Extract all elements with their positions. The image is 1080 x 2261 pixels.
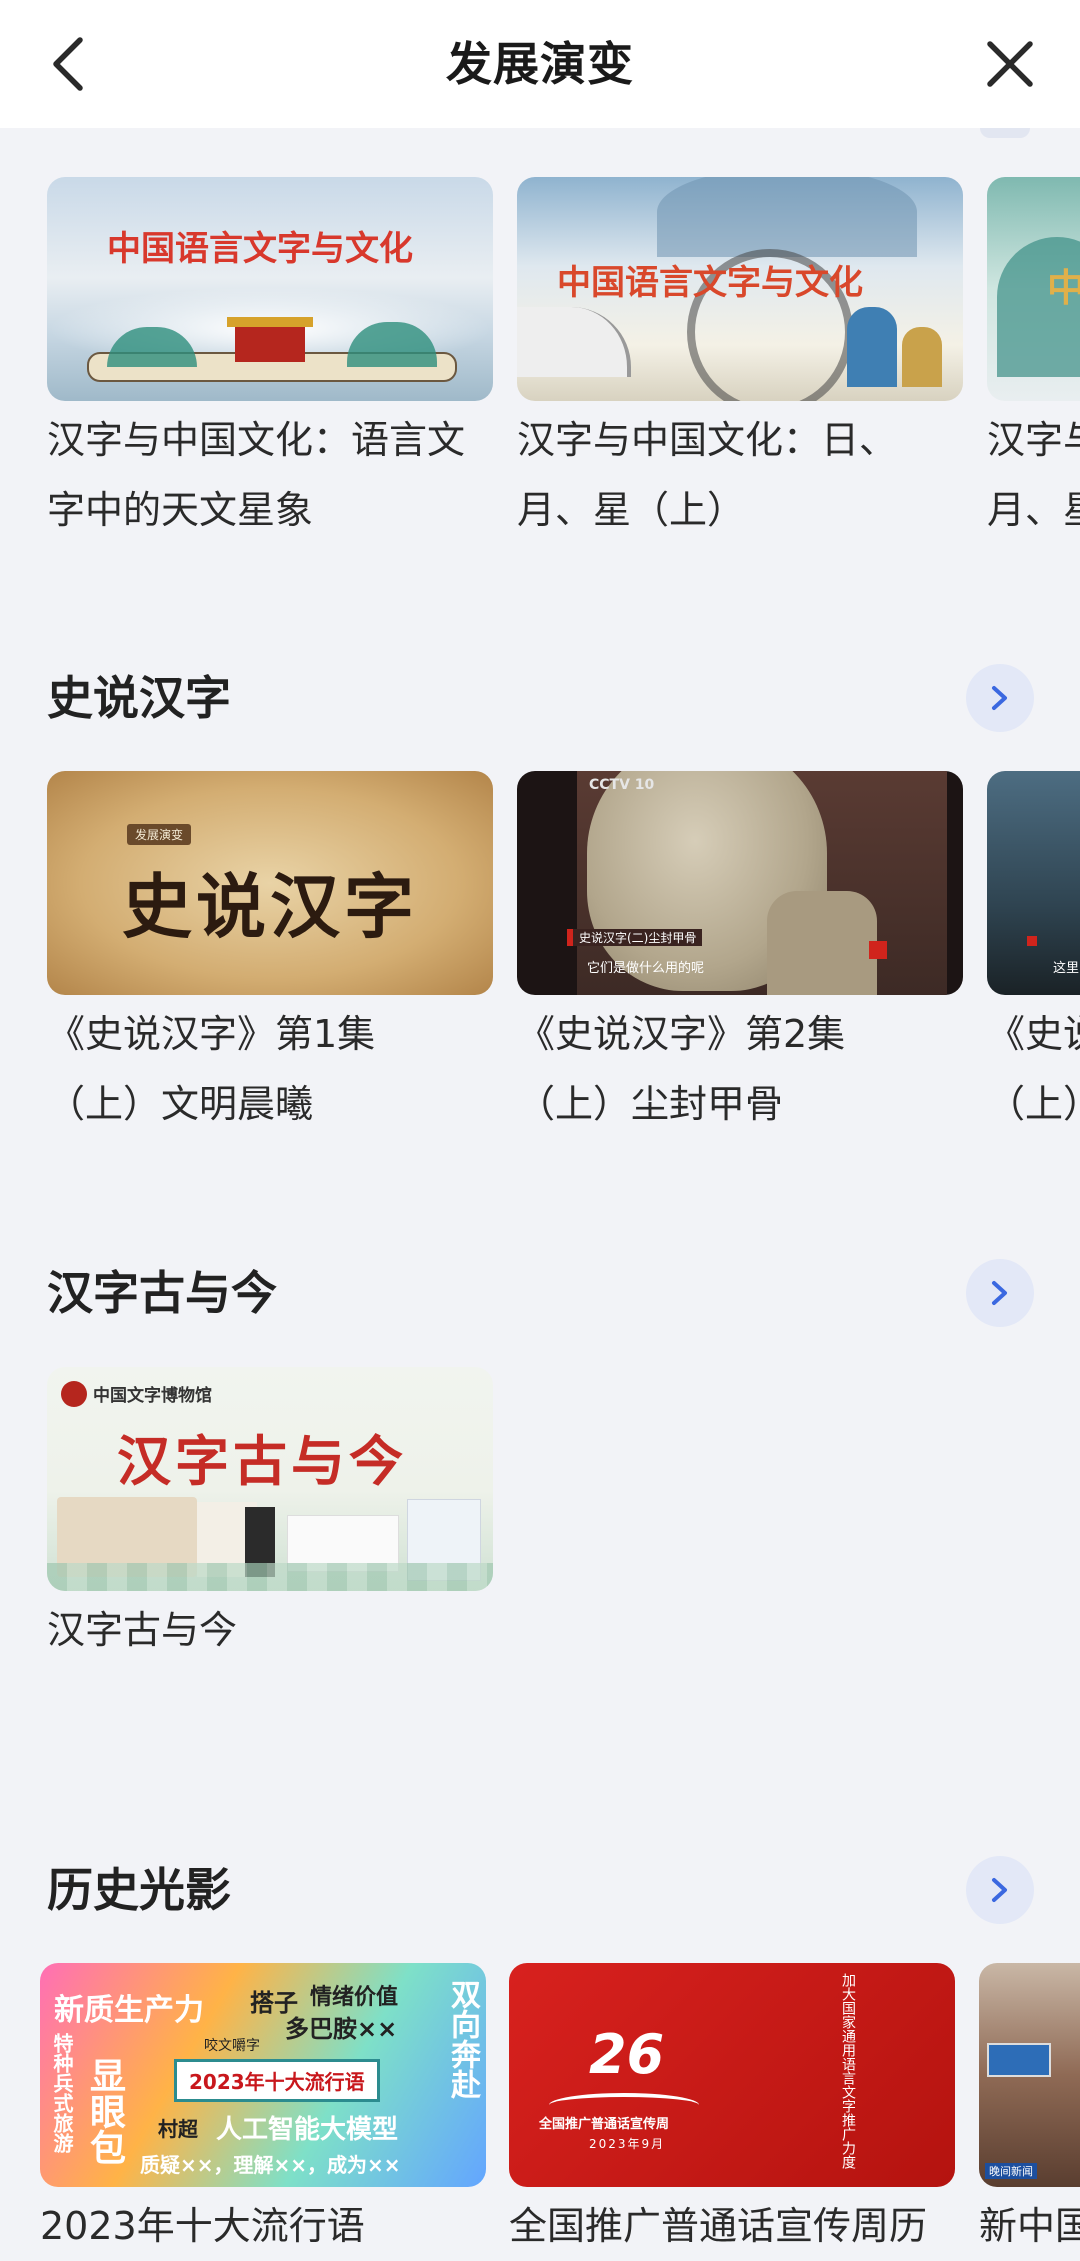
video-card[interactable]: 中国语言文字与文化 汉字与中国文化：语言文字中的天文星象 (47, 177, 493, 545)
section-title: 历史光影 (47, 1863, 231, 1917)
event-slogan: 加大国家通用语言文字推广力度 (840, 1973, 856, 2169)
video-thumbnail: 这里 (987, 771, 1080, 995)
close-icon (987, 41, 1033, 87)
buzzword: 质疑××，理解××，成为×× (140, 2153, 401, 2177)
museum-logo: 中国文字博物馆 (93, 1386, 212, 1406)
banner-tag: 咬文嚼字 (204, 2038, 260, 2054)
video-thumbnail: 中国文字博物馆 汉字古与今 (47, 1367, 493, 1591)
event-date: 2023年9月 (589, 2137, 666, 2151)
video-card[interactable]: 中国文字博物馆 汉字古与今 汉字古与今 (47, 1367, 493, 1665)
thumbnail-caption: 史说汉字(二)尘封甲骨 (567, 929, 703, 946)
video-thumbnail: 新质生产力 搭子 情绪价值 多巴胺×× 双向奔赴 特种兵式旅游 显眼包 咬文嚼字… (40, 1963, 486, 2187)
video-card[interactable]: 26 全国推广普通话宣传周 2023年9月 加大国家通用语言文字推广力度 全国推… (509, 1963, 955, 2261)
video-thumbnail: 晚间新闻 (979, 1963, 1080, 2187)
video-card[interactable]: 中国语言文字与文化 汉字与中国文化：日、月、星（上） (517, 177, 963, 545)
card-title: 汉字与中国文化：语言文字中的天文星象 (47, 418, 466, 532)
chevron-right-icon (992, 686, 1007, 710)
channel-logo: 晚间新闻 (985, 2163, 1037, 2179)
card-title: 新中国 (979, 2204, 1080, 2248)
card-title: 全国推广普通话宣传周历 (509, 2204, 928, 2248)
video-card[interactable]: 晚间新闻 新中国 (979, 1963, 1080, 2261)
section-header: 历史光影 (0, 1850, 1080, 1930)
section-more-button[interactable] (966, 664, 1034, 732)
chevron-right-icon (992, 1878, 1007, 1902)
back-arrow-icon (53, 37, 83, 91)
chevron-right-icon (992, 1281, 1007, 1305)
video-card[interactable]: CCTV 10 史说汉字(二)尘封甲骨 它们是做什么用的呢 《史说汉字》第2集 … (517, 771, 963, 1139)
thumbnail-title: 中国语言文字与文化 (107, 229, 413, 269)
video-subtitle: 它们是做什么用的呢 (587, 961, 705, 976)
thumbnail-title: 汉字古与今 (117, 1429, 407, 1493)
buzzword: 多巴胺×× (285, 2015, 398, 2043)
event-title: 全国推广普通话宣传周 (539, 2117, 670, 2132)
top-bar: 发展演变 (0, 0, 1080, 128)
section-title: 史说汉字 (47, 671, 231, 725)
video-thumbnail: 中国语言文字与文化 (47, 177, 493, 401)
thumbnail-title: 中国语言文字与文化 (557, 263, 863, 303)
event-number: 26 (589, 2023, 665, 2086)
buzzword: 村超 (158, 2117, 198, 2141)
video-thumbnail: 中国语言文字与文化 (517, 177, 963, 401)
video-thumbnail: 26 全国推广普通话宣传周 2023年9月 加大国家通用语言文字推广力度 (509, 1963, 955, 2187)
more-button-peek (980, 128, 1030, 138)
thumbnail-badge: 发展演变 (127, 824, 192, 845)
card-title: 《史说汉字》第2集 （上）尘封甲骨 (517, 1012, 846, 1126)
back-button[interactable] (40, 30, 102, 98)
section-header: 汉字古与今 (0, 1253, 1080, 1333)
card-title: 汉字与中国文化：日、月、星（上） (517, 418, 898, 532)
buzzword: 新质生产力 (54, 1993, 204, 2028)
page-title: 发展演变 (446, 37, 634, 91)
buzzword: 双向奔赴 (445, 1979, 480, 2099)
thumbnail-title: 中 (1047, 265, 1080, 310)
channel-logo: CCTV 10 (589, 777, 655, 793)
section-title: 汉字古与今 (47, 1266, 277, 1320)
card-title: 汉字古与今 (47, 1608, 238, 1652)
buzzword: 情绪价值 (310, 1985, 399, 2010)
buzzword: 特种兵式旅游 (50, 2033, 74, 2153)
video-thumbnail: 中 (987, 177, 1080, 401)
card-title: 《史说汉字》 （上） (987, 1012, 1080, 1126)
buzzword: 显眼包 (84, 2057, 125, 2165)
banner-title: 2023年十大流行语 (174, 2059, 380, 2102)
section-more-button[interactable] (966, 1259, 1034, 1327)
section-more-button[interactable] (966, 1856, 1034, 1924)
section-header: 史说汉字 (0, 658, 1080, 738)
video-card[interactable]: 发展演变 史说汉字 《史说汉字》第1集 （上）文明晨曦 (47, 771, 493, 1139)
card-title: 汉字与中国文化：日、月、星 (987, 418, 1080, 532)
video-subtitle: 这里 (1053, 961, 1080, 976)
video-thumbnail: CCTV 10 史说汉字(二)尘封甲骨 它们是做什么用的呢 (517, 771, 963, 995)
card-title: 2023年十大流行语 (40, 2204, 365, 2248)
thumbnail-title: 史说汉字 (122, 865, 418, 948)
card-title: 《史说汉字》第1集 （上）文明晨曦 (47, 1012, 376, 1126)
buzzword: 人工智能大模型 (216, 2115, 399, 2145)
video-card[interactable]: 中 汉字与中国文化：日、月、星 (987, 177, 1080, 545)
video-thumbnail: 发展演变 史说汉字 (47, 771, 493, 995)
video-card[interactable]: 这里 《史说汉字》 （上） (987, 771, 1080, 1139)
video-card[interactable]: 新质生产力 搭子 情绪价值 多巴胺×× 双向奔赴 特种兵式旅游 显眼包 咬文嚼字… (40, 1963, 486, 2261)
close-button[interactable] (976, 30, 1044, 98)
